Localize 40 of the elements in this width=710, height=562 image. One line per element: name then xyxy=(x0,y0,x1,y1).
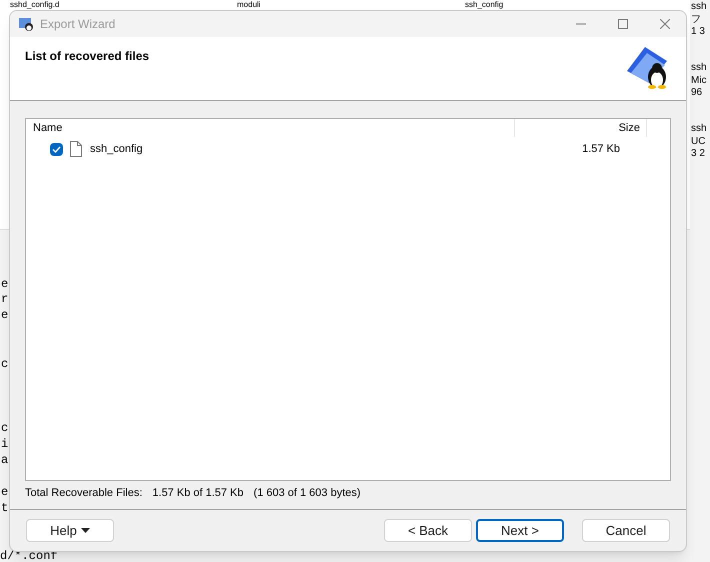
file-size: 1.57 Kb xyxy=(581,142,620,157)
summary-value: 1.57 Kb of 1.57 Kb xyxy=(152,486,244,501)
checkbox[interactable] xyxy=(50,142,63,156)
file-name: ssh_config xyxy=(90,142,144,157)
page-heading: List of recovered files xyxy=(25,48,150,65)
summary-label: Total Recoverable Files: xyxy=(25,486,142,501)
code-text: i xyxy=(1,436,8,452)
maximize-icon[interactable] xyxy=(618,19,628,29)
summary-bytes: (1 603 of 1 603 bytes) xyxy=(254,486,361,501)
close-icon[interactable] xyxy=(660,19,670,29)
code-text: t xyxy=(1,500,8,516)
column-header[interactable]: Size xyxy=(515,119,647,137)
file-detail: 3 2 xyxy=(691,148,706,160)
dialog-button[interactable]: Cancel xyxy=(582,519,670,542)
window-title: Export Wizard xyxy=(40,16,116,33)
file-name: ssh_config xyxy=(465,0,504,9)
app-icon xyxy=(18,16,34,32)
code-text: e xyxy=(1,276,8,292)
code-text: c xyxy=(1,356,8,372)
file-detail: 1 3 xyxy=(691,26,706,38)
file-detail: 96 xyxy=(691,87,704,100)
dialog-button[interactable]: Next > xyxy=(476,519,564,542)
file-detail: ssh xyxy=(691,62,707,74)
file-detail: Mic xyxy=(691,74,707,87)
file-name: moduli xyxy=(237,0,261,9)
file-detail: フ xyxy=(691,14,702,26)
file-name: sshd_config.d xyxy=(10,0,60,9)
code-text: a xyxy=(1,452,8,468)
dialog-button[interactable]: < Back xyxy=(384,519,472,542)
column-header[interactable]: Name xyxy=(26,119,515,137)
file-icon xyxy=(70,141,82,157)
code-text: e xyxy=(1,307,8,323)
code-text: c xyxy=(1,420,8,436)
code-text: e xyxy=(1,484,8,500)
help-menu-button[interactable]: Help xyxy=(26,519,114,542)
file-detail: ssh xyxy=(691,123,707,136)
caret-icon xyxy=(80,528,90,534)
file-detail: UC xyxy=(691,136,706,148)
file-detail: ssh xyxy=(691,1,707,14)
code-text: r xyxy=(1,291,8,307)
